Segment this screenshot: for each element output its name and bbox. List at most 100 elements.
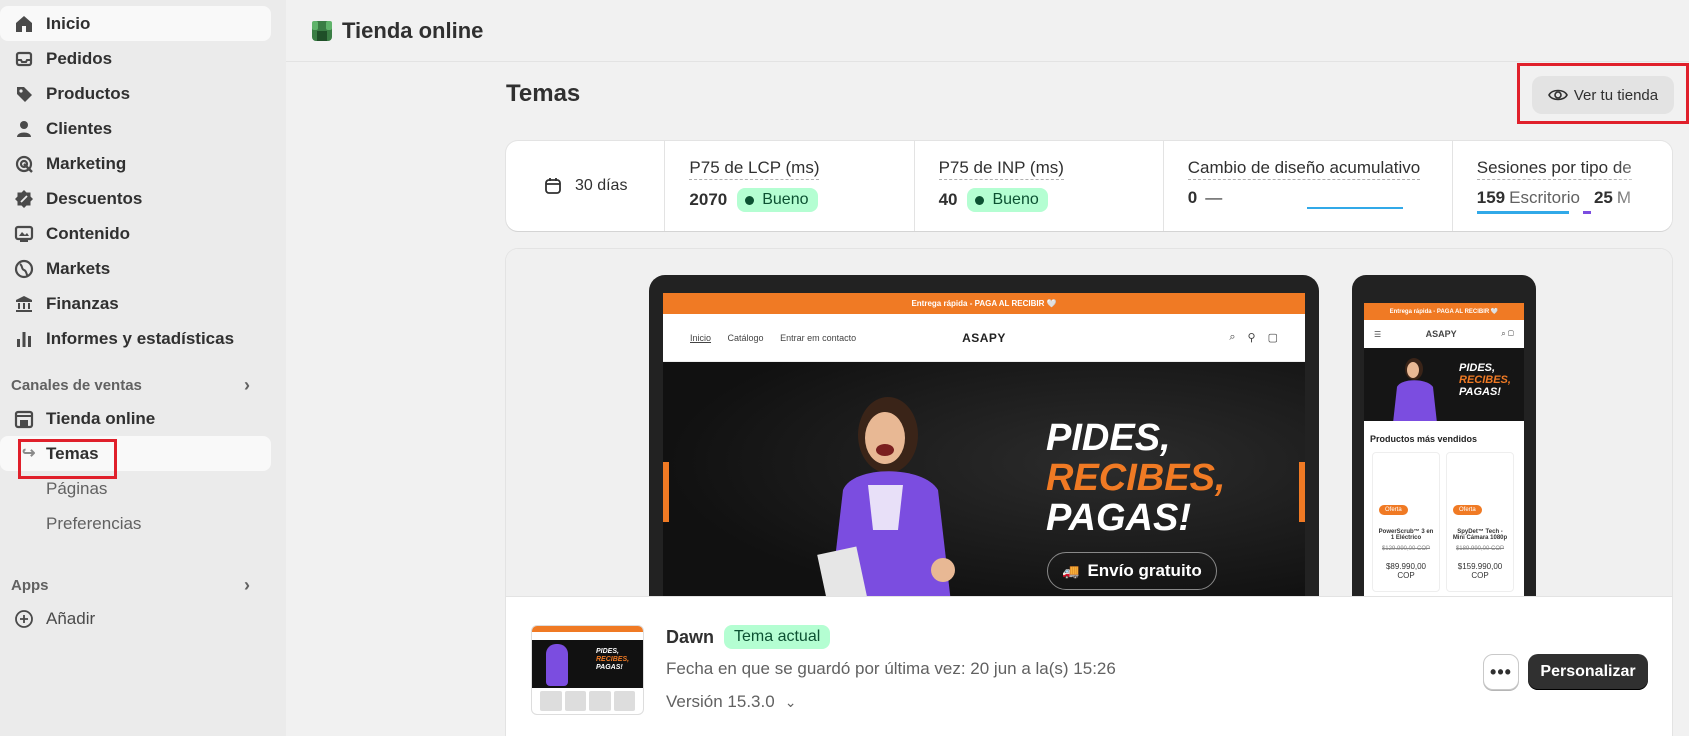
theme-version-dropdown[interactable]: Versión 15.3.0 ⌄: [666, 692, 796, 712]
sidebar-item-add-app[interactable]: Añadir: [0, 601, 271, 636]
more-actions-button[interactable]: •••: [1483, 654, 1519, 690]
store-brand: ASAPY: [962, 330, 1006, 345]
theme-preview[interactable]: Entrega rápida - PAGA AL RECIBIR 🤍 Inici…: [506, 249, 1672, 597]
sidebar-item-label: Contenido: [46, 223, 131, 243]
discount-icon: [14, 189, 34, 209]
content-icon: [14, 224, 34, 244]
store-header: Inicio Catálogo Entrar em contacto ASAPY…: [663, 314, 1305, 362]
subitem-arrow-icon: ↪: [22, 445, 36, 462]
truck-icon: 🚚: [1062, 562, 1080, 579]
sidebar-item-inicio[interactable]: Inicio: [0, 6, 271, 41]
product-old-price: $129.990,00 COP: [1381, 546, 1431, 552]
person-icon: [14, 119, 34, 139]
apps-label: Apps: [11, 576, 49, 594]
sidebar-item-clientes[interactable]: Clientes: [0, 111, 271, 146]
sales-channels-label: Canales de ventas: [11, 376, 142, 394]
theme-thumbnail: PIDES, RECIBES, PAGAS!: [531, 625, 644, 715]
menu-icon: ☰: [1374, 329, 1382, 339]
overflow-fade: [1612, 141, 1672, 231]
sidebar-item-label: Productos: [46, 83, 131, 103]
announcement-bar: Entrega rápida - PAGA AL RECIBIR 🤍: [663, 293, 1305, 314]
mobile-product-grid: Oferta PowerScrub™ 3 en 1 Eléctrico $129…: [1364, 452, 1524, 592]
hero-line: PIDES,: [1046, 417, 1171, 459]
chart-icon: [14, 329, 34, 349]
hero-line: PAGAS!: [1459, 386, 1501, 398]
hero-line: RECIBES,: [1046, 457, 1226, 499]
sale-badge: Oferta: [1379, 505, 1408, 515]
metric-inp[interactable]: P75 de INP (ms) 40 Bueno: [915, 141, 1164, 231]
hero-line: PIDES,: [1459, 362, 1496, 374]
mobile-store-brand: ASAPY: [1425, 329, 1457, 339]
current-theme-card: Entrega rápida - PAGA AL RECIBIR 🤍 Inici…: [506, 249, 1672, 736]
eye-icon: [1547, 89, 1568, 101]
metric-dash: —: [1205, 188, 1223, 207]
sidebar-item-pedidos[interactable]: Pedidos: [0, 41, 271, 76]
view-store-label: Ver tu tienda: [1573, 86, 1659, 104]
home-icon: [14, 14, 34, 34]
sidebar-item-contenido[interactable]: Contenido: [0, 216, 271, 251]
mobile-product-card: Oferta SpyDet™ Tech - Mini Cámara 1080p …: [1446, 452, 1514, 592]
chevron-down-icon: ⌄: [784, 693, 797, 710]
thumbnail-hero: PIDES, RECIBES, PAGAS!: [532, 640, 643, 688]
metric-label: Sesiones por tipo de: [1476, 158, 1632, 180]
sidebar-item-label: Páginas: [46, 478, 108, 498]
status-dot-icon: [745, 195, 755, 205]
sidebar-item-marketing[interactable]: Marketing: [0, 146, 271, 181]
thumbnail-model: [546, 644, 568, 686]
store-nav: Inicio Catálogo Entrar em contacto: [690, 333, 870, 343]
sidebar-item-informes[interactable]: Informes y estadísticas: [0, 321, 271, 356]
sidebar-item-markets[interactable]: Markets: [0, 251, 271, 286]
desktop-sessions-label: Escritorio: [1509, 188, 1580, 207]
sidebar-item-online-store[interactable]: Tienda online: [0, 401, 271, 436]
metric-value: 0: [1187, 188, 1198, 207]
sidebar-item-label: Pedidos: [46, 48, 113, 68]
sidebar-item-descuentos[interactable]: Descuentos: [0, 181, 271, 216]
view-store-button[interactable]: Ver tu tienda: [1532, 76, 1674, 114]
sidebar-subitem-temas[interactable]: ↪ Temas: [0, 436, 271, 471]
hero-model-image: [817, 397, 955, 596]
metric-label: P75 de INP (ms): [938, 158, 1064, 180]
sidebar-subitem-paginas[interactable]: Páginas: [0, 471, 271, 506]
sales-channels-heading[interactable]: Canales de ventas ›: [0, 369, 286, 401]
sidebar-item-label: Informes y estadísticas: [46, 328, 235, 348]
mobile-hero-model-image: [1393, 358, 1437, 421]
mobile-store-header: ☰ ASAPY ⌕ ▢: [1364, 320, 1524, 348]
sidebar-item-finanzas[interactable]: Finanzas: [0, 286, 271, 321]
metric-cls[interactable]: Cambio de diseño acumulativo 0 —: [1164, 141, 1453, 231]
sale-badge: Oferta: [1453, 505, 1482, 515]
cart-icon: ▢: [1267, 332, 1278, 344]
product-price: $89.990,00 COP: [1385, 562, 1427, 580]
date-range-picker[interactable]: 30 días: [506, 141, 666, 231]
mobile-preview-screen: Entrega rápida - PAGA AL RECIBIR 🤍 ☰ ASA…: [1364, 303, 1524, 596]
hero-line: RECIBES,: [596, 656, 630, 663]
hero-headline: PIDES, RECIBES, PAGAS!: [1046, 418, 1225, 538]
product-name: SpyDet™ Tech - Mini Cámara 1080p: [1452, 529, 1508, 541]
sidebar-subitem-preferencias[interactable]: Preferencias: [0, 506, 271, 541]
sidebar-item-productos[interactable]: Productos: [0, 76, 271, 111]
metric-lcp[interactable]: P75 de LCP (ms) 2070 Bueno: [665, 141, 915, 231]
product-old-price: $189.990,00 COP: [1455, 546, 1505, 552]
free-shipping-button: 🚚 Envío gratuito: [1047, 552, 1217, 590]
date-range-label: 30 días: [574, 177, 628, 194]
hero-line: PAGAS!: [596, 664, 623, 671]
plus-circle-icon: [14, 609, 34, 629]
desktop-sessions-value: 159: [1476, 188, 1506, 207]
hero-accent-left: [663, 462, 669, 522]
sidebar: Inicio Pedidos Productos Clientes Market…: [0, 0, 286, 736]
account-icon: ⚲: [1247, 332, 1256, 344]
apps-heading[interactable]: Apps ›: [0, 569, 286, 601]
store-header-icons: ⌕ ⚲ ▢: [1229, 331, 1278, 344]
customize-button[interactable]: Personalizar: [1528, 654, 1648, 690]
mobile-header-icons: ⌕ ▢: [1501, 329, 1514, 338]
metric-sessions-by-device[interactable]: Sesiones por tipo de 159 Escritorio 25 M: [1453, 141, 1672, 231]
sidebar-item-label: Marketing: [46, 153, 127, 173]
theme-info: PIDES, RECIBES, PAGAS! Dawn Tema actual …: [506, 598, 1672, 736]
free-shipping-label: Envío gratuito: [1087, 561, 1202, 580]
thumbnail-headline: PIDES, RECIBES, PAGAS!: [596, 648, 629, 672]
mobile-sessions-value: 25: [1593, 188, 1613, 207]
theme-name: Dawn: [666, 626, 715, 647]
search-icon: ⌕: [1229, 331, 1236, 343]
sidebar-item-label: Preferencias: [46, 513, 142, 533]
sidebar-item-label: Markets: [46, 258, 111, 278]
status-label: Bueno: [992, 191, 1039, 208]
